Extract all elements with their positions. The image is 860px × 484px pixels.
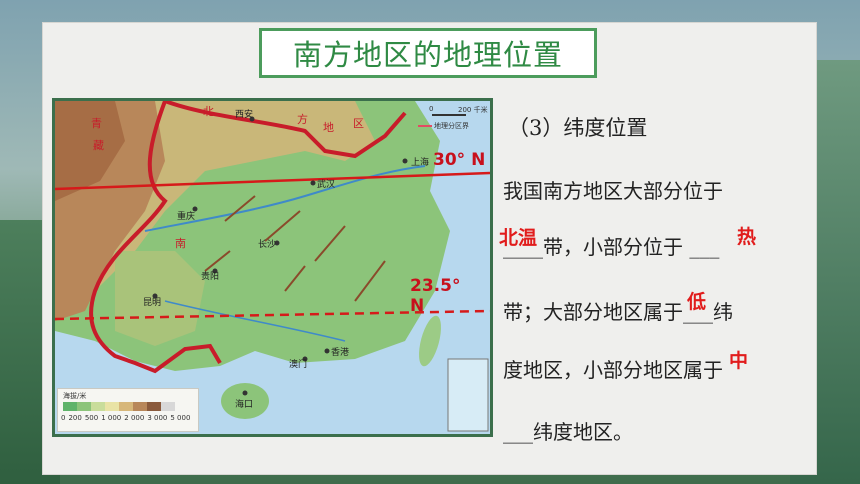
question-line-4: 度地区，小部分地区属于 (503, 358, 723, 382)
label-guiyang: 贵阳 (201, 270, 219, 282)
region-char-nan: 南 (175, 237, 186, 250)
question-line-5: ___纬度地区。 (503, 420, 633, 444)
answer-2: 热 (737, 226, 757, 248)
elevation-swatches (63, 402, 175, 411)
boundary-legend: 地理分区界 (418, 121, 469, 131)
label-shanghai: 上海 (411, 156, 429, 168)
south-china-sea-inset (447, 358, 489, 432)
label-wuhan: 武汉 (317, 178, 335, 190)
region-char-zang: 藏 (93, 139, 104, 152)
map-scale: 0 200 千米 地理分区界 (418, 105, 488, 133)
label-changsha: 长沙 (258, 238, 276, 250)
region-char-bei: 北 (203, 105, 214, 118)
label-kunming: 昆明 (143, 297, 161, 308)
region-char-fang: 方 (297, 112, 308, 126)
question-heading: （3）纬度位置 (508, 116, 648, 140)
label-xian: 西安 (235, 108, 253, 120)
latitude-30n-label: 30° N (433, 150, 486, 170)
scale-bar (432, 114, 466, 116)
region-char-qu: 区 (353, 117, 364, 130)
slide-title: 南方地区的地理位置 (292, 38, 563, 72)
latitude-23-5n-label: 23.5° N (410, 276, 461, 316)
question-line-1: 我国南方地区大部分位于 (503, 179, 723, 203)
elevation-legend: 海拔/米 0 200 500 1 000 2 000 3 000 5 000 (57, 388, 199, 432)
title-box: 南方地区的地理位置 (259, 28, 597, 78)
label-chongqing: 重庆 (177, 210, 195, 222)
map-graphic: 西安 武汉 重庆 长沙 贵阳 昆明 香港 澳门 海口 上海 北 方 地 区 青 … (55, 101, 490, 434)
answer-1: 北温 (499, 227, 538, 249)
region-char-qing: 青 (91, 117, 102, 130)
south-china-map: 西安 武汉 重庆 长沙 贵阳 昆明 香港 澳门 海口 上海 北 方 地 区 青 … (52, 98, 493, 437)
label-hongkong: 香港 (331, 346, 349, 358)
label-macau: 澳门 (289, 358, 307, 370)
answer-4: 中 (729, 350, 749, 372)
region-char-di: 地 (323, 121, 334, 134)
label-haikou: 海口 (235, 398, 253, 410)
elevation-ticks: 0 200 500 1 000 2 000 3 000 5 000 (61, 414, 191, 422)
answer-3: 低 (687, 291, 707, 313)
